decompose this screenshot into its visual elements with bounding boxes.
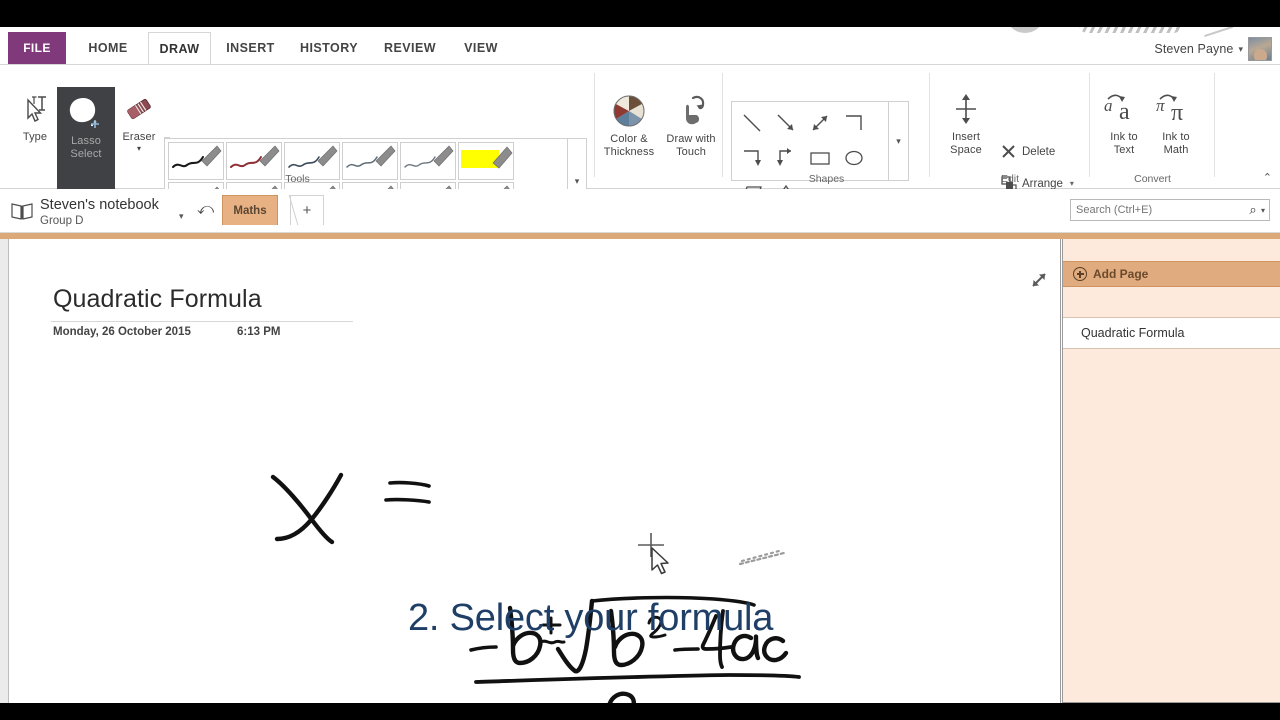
ink-to-text-button[interactable]: a a Ink to Text <box>1096 87 1152 157</box>
page-list-panel: Add Page Quadratic Formula <box>1062 239 1280 703</box>
eraser-dropdown-caret[interactable]: ▾ <box>137 144 141 153</box>
color-thickness-label-2: Thickness <box>603 146 655 158</box>
color-wheel-icon <box>610 89 648 133</box>
page-list-item-quadratic-formula[interactable]: Quadratic Formula <box>1063 317 1280 349</box>
shapes-gallery[interactable] <box>731 101 889 200</box>
ribbon: Type Lasso Select Eraser ▾ ▾ Tools Color… <box>0 65 1280 260</box>
search-input[interactable] <box>1071 204 1245 216</box>
ink-to-text-label-2: Text <box>1113 144 1135 156</box>
lasso-select-label-2: Select <box>70 148 102 160</box>
type-button-label: Type <box>22 131 48 143</box>
tab-draw[interactable]: DRAW <box>148 32 211 65</box>
tab-history[interactable]: HISTORY <box>293 32 365 64</box>
chevron-down-icon[interactable]: ▾ <box>1261 206 1269 215</box>
shape-line[interactable] <box>735 105 769 140</box>
ink-to-math-label-2: Math <box>1163 144 1189 156</box>
notebook-icon <box>10 201 34 221</box>
type-button[interactable]: Type <box>6 87 64 144</box>
svg-text:a: a <box>1119 99 1130 125</box>
shape-arrow-double[interactable] <box>803 105 837 140</box>
plus-circle-icon <box>1073 267 1087 281</box>
tab-view[interactable]: VIEW <box>452 32 510 64</box>
ribbon-group-color: Color & Thickness Draw with Touch <box>595 65 723 189</box>
insert-space-label-1: Insert <box>951 131 981 143</box>
draw-with-touch-label-2: Touch <box>676 146 706 158</box>
notebook-name[interactable]: Steven's notebook <box>40 197 159 213</box>
notebook-group: Group D <box>40 215 84 227</box>
navigation-rail[interactable] <box>0 239 9 703</box>
shape-elbow-arrow[interactable] <box>735 140 769 175</box>
color-thickness-button[interactable]: Color & Thickness <box>599 89 659 159</box>
search-icon[interactable]: ⌕ <box>1245 202 1261 218</box>
panel-bottom-border <box>1063 702 1280 703</box>
shape-elbow-up-arrow[interactable] <box>769 140 803 175</box>
ribbon-group-label-tools: Tools <box>285 173 310 185</box>
section-tab-maths[interactable]: Maths <box>222 195 278 225</box>
draw-with-touch-button[interactable]: Draw with Touch <box>660 89 722 159</box>
close-icon <box>1000 143 1017 160</box>
shape-elbow-connector[interactable] <box>837 105 871 140</box>
page-canvas[interactable]: Quadratic Formula Monday, 26 October 201… <box>9 239 1061 703</box>
letterbox-bottom <box>0 703 1280 720</box>
ink-stray-mark <box>738 549 786 566</box>
shape-arrow-single[interactable] <box>769 105 803 140</box>
eraser-icon <box>122 87 156 131</box>
lasso-select-button[interactable]: Lasso Select <box>57 87 115 203</box>
tab-home[interactable]: HOME <box>78 32 138 64</box>
ink-to-math-button[interactable]: π π Ink to Math <box>1148 87 1204 157</box>
insert-space-icon <box>951 87 981 131</box>
ribbon-group-convert: a a Ink to Text π π Ink to Math Convert <box>1090 65 1215 189</box>
collapse-ribbon-button[interactable]: ⌃ <box>1263 171 1272 184</box>
lasso-select-icon <box>65 91 107 135</box>
shape-oval[interactable] <box>837 140 871 175</box>
tab-insert[interactable]: INSERT <box>219 32 282 64</box>
instruction-text: 2. Select your formula <box>408 597 774 639</box>
letterbox-top <box>0 0 1280 27</box>
svg-text:π: π <box>1171 100 1183 126</box>
draw-with-touch-label-1: Draw with <box>666 133 716 145</box>
add-section-button[interactable]: + <box>290 195 324 225</box>
touch-hand-icon <box>672 89 710 133</box>
page-list-item-label: Quadratic Formula <box>1081 326 1185 340</box>
ribbon-group-tools: Type Lasso Select Eraser ▾ ▾ Tools <box>0 65 595 260</box>
ribbon-group-label-convert: Convert <box>1134 173 1171 185</box>
ribbon-group-shapes: ▾ Shapes <box>723 65 930 200</box>
ink-to-math-icon: π π <box>1154 87 1198 131</box>
shapes-gallery-more-button[interactable]: ▾ <box>889 101 909 181</box>
add-page-button[interactable]: Add Page <box>1063 261 1280 287</box>
ribbon-group-label-edit: Edit <box>1000 173 1020 185</box>
ink-to-text-icon: a a <box>1102 87 1146 131</box>
ink-to-math-label-1: Ink to <box>1162 131 1190 143</box>
eraser-button-label: Eraser <box>122 131 156 143</box>
screenshot-root: Steven Payne ▾ FILE HOME DRAW INSERT HIS… <box>0 0 1280 720</box>
notebook-bar: Steven's notebook Group D ▾ ⤺ Maths + ⌕ … <box>0 189 1280 233</box>
type-cursor-icon <box>18 87 52 131</box>
color-thickness-label-1: Color & <box>610 133 648 145</box>
chevron-down-icon: ▾ <box>896 135 901 146</box>
sync-icon[interactable]: ⤺ <box>197 201 214 219</box>
lasso-select-label-1: Lasso <box>71 135 101 147</box>
onenote-window: Steven Payne ▾ FILE HOME DRAW INSERT HIS… <box>0 27 1280 703</box>
add-page-label: Add Page <box>1093 267 1149 281</box>
insert-space-button[interactable]: Insert Space <box>938 87 994 157</box>
ribbon-group-edit: Insert Space Delete Arrange ▾ Edit <box>930 65 1090 223</box>
insert-space-label-2: Space <box>950 144 982 156</box>
tab-file[interactable]: FILE <box>8 32 66 64</box>
ribbon-group-label-shapes: Shapes <box>808 173 845 185</box>
shape-rectangle[interactable] <box>803 140 837 175</box>
delete-button[interactable]: Delete <box>1000 143 1055 160</box>
tab-review[interactable]: REVIEW <box>376 32 444 64</box>
group-separator <box>1214 73 1215 177</box>
search-box[interactable]: ⌕ ▾ <box>1070 199 1270 221</box>
delete-button-label: Delete <box>1022 145 1056 158</box>
ink-to-text-label-1: Ink to <box>1110 131 1138 143</box>
eraser-button[interactable]: Eraser ▾ <box>110 87 168 153</box>
ribbon-tab-strip: FILE HOME DRAW INSERT HISTORY REVIEW VIE… <box>0 27 1280 65</box>
chevron-down-icon[interactable]: ▾ <box>179 211 184 222</box>
lasso-cursor <box>634 529 678 584</box>
